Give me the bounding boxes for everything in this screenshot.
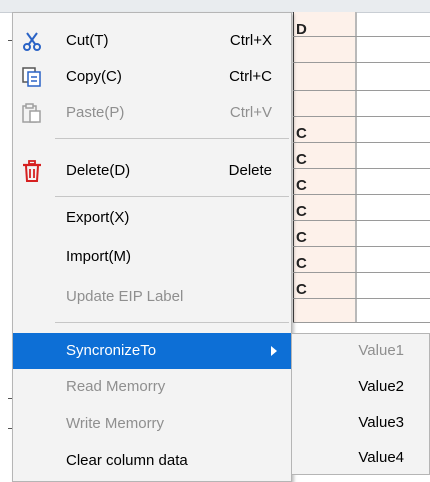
grid-line — [293, 246, 430, 247]
menu-item-update-eip-label[interactable]: Update EIP Label — [13, 279, 291, 315]
grid-line — [293, 90, 430, 91]
menu-item-label: SyncronizeTo — [66, 342, 157, 359]
cell-text: C — [296, 203, 307, 220]
submenu-arrow-icon — [271, 346, 277, 356]
menu-item-paste[interactable]: Paste(P) Ctrl+V — [13, 95, 291, 131]
menu-item-shortcut: Delete — [228, 162, 272, 179]
menu-item-label: Read Memorry — [66, 378, 166, 395]
cell-text: D — [296, 21, 307, 38]
trash-icon — [20, 159, 44, 183]
menu-item-label: Delete(D) — [66, 162, 131, 179]
menu-item-cut[interactable]: Cut(T) Ctrl+X — [13, 23, 291, 59]
submenu-item-label: Value2 — [358, 378, 404, 395]
menu-item-label: Write Memorry — [66, 415, 165, 432]
grid-line — [293, 272, 430, 273]
grid-line — [293, 168, 430, 169]
syncronize-submenu: Value1 Value2 Value3 Value4 — [291, 333, 430, 475]
menu-item-shortcut: Ctrl+V — [229, 104, 272, 121]
menu-item-clear-column-data[interactable]: Clear column data — [13, 443, 291, 479]
cell-text: C — [296, 151, 307, 168]
menu-item-shortcut: Ctrl+C — [229, 68, 272, 85]
copy-icon — [20, 65, 44, 89]
menu-separator — [55, 322, 289, 323]
menu-item-copy[interactable]: Copy(C) Ctrl+C — [13, 59, 291, 95]
menu-item-label: Paste(P) — [66, 104, 125, 121]
menu-item-export[interactable]: Export(X) — [13, 200, 291, 236]
grid-line — [293, 142, 430, 143]
grid-line — [293, 36, 430, 37]
menu-item-shortcut: Ctrl+X — [229, 32, 272, 49]
grid-line — [293, 322, 430, 323]
grid-line — [355, 12, 356, 322]
cell-text: C — [296, 125, 307, 142]
menu-item-label: Update EIP Label — [66, 288, 184, 305]
menu-item-syncronize-to[interactable]: SyncronizeTo — [13, 333, 291, 369]
cell-text: C — [296, 281, 307, 298]
menu-item-import[interactable]: Import(M) — [13, 239, 291, 275]
menu-item-delete[interactable]: Delete(D) Delete — [13, 153, 291, 189]
submenu-item-label: Value4 — [358, 449, 404, 466]
paste-icon — [20, 101, 44, 125]
menu-item-write-memory[interactable]: Write Memorry — [13, 406, 291, 442]
menu-separator — [55, 138, 289, 139]
submenu-item-value1[interactable]: Value1 — [292, 334, 429, 369]
grid-line — [293, 298, 430, 299]
menu-item-label: Import(M) — [66, 248, 131, 265]
cell-text: C — [296, 255, 307, 272]
context-menu: Cut(T) Ctrl+X Copy(C) Ctrl+C Paste(P) Ct… — [12, 12, 292, 482]
scissors-icon — [20, 29, 44, 53]
submenu-item-value4[interactable]: Value4 — [292, 441, 429, 476]
grid-line — [293, 194, 430, 195]
cell-text: C — [296, 177, 307, 194]
submenu-item-value3[interactable]: Value3 — [292, 406, 429, 441]
submenu-item-label: Value1 — [358, 342, 404, 359]
submenu-item-label: Value3 — [358, 414, 404, 431]
menu-separator — [55, 196, 289, 197]
menu-item-label: Clear column data — [66, 452, 188, 469]
menu-item-label: Export(X) — [66, 209, 130, 226]
menu-item-label: Cut(T) — [66, 32, 109, 49]
submenu-item-value2[interactable]: Value2 — [292, 370, 429, 405]
menu-item-label: Copy(C) — [66, 68, 122, 85]
grid-line — [293, 62, 430, 63]
cell-text: C — [296, 229, 307, 246]
grid-line — [293, 220, 430, 221]
menu-item-read-memory[interactable]: Read Memorry — [13, 369, 291, 405]
grid-line — [293, 116, 430, 117]
